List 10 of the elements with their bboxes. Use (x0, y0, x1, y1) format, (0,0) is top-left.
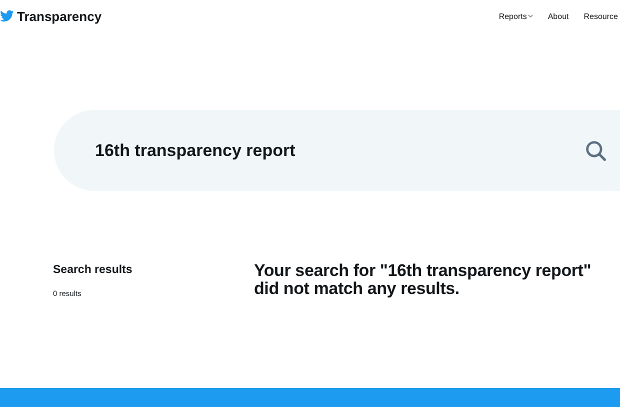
search-icon[interactable] (585, 140, 607, 162)
no-results-message: Your search for "16th transparency report" did not match any results. (254, 262, 592, 298)
nav-link[interactable]: Resource (584, 12, 618, 20)
nav-link[interactable]: About (548, 12, 569, 20)
brand-name: Transparency (17, 8, 102, 24)
search-field[interactable]: 16th transparency report (54, 110, 620, 191)
caret-icon (528, 14, 533, 18)
bird-icon (0, 10, 14, 22)
nav-link[interactable]: Reports (498, 12, 533, 20)
results-heading: Search results (53, 264, 134, 276)
